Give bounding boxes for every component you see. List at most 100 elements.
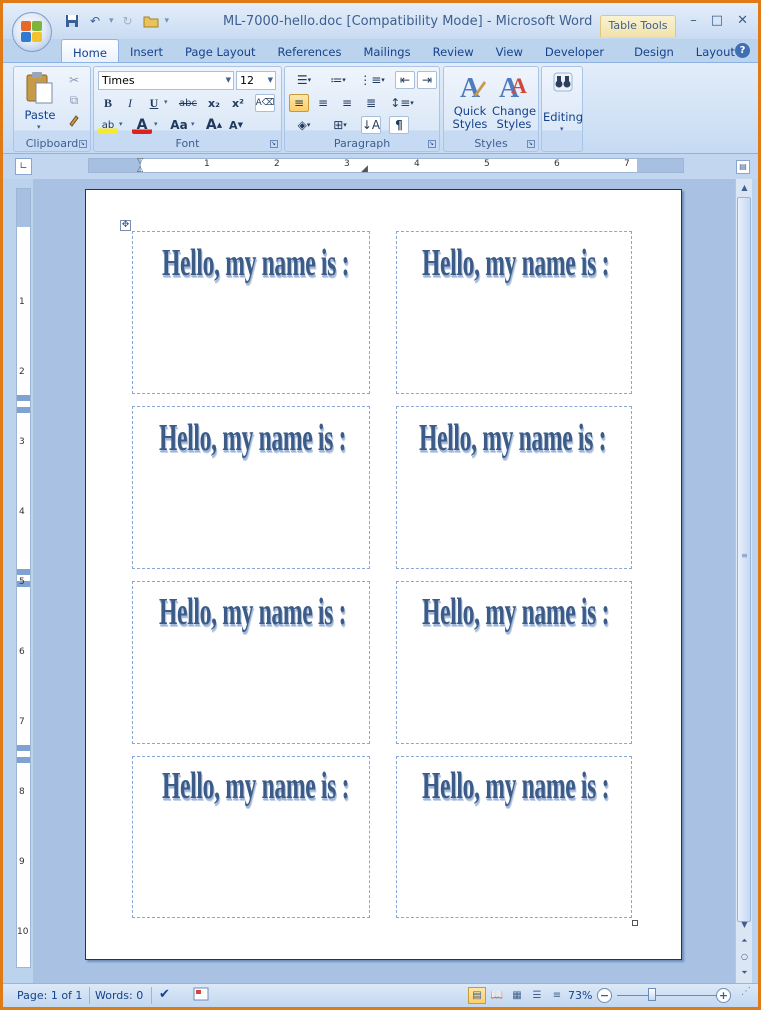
font-dialog-launcher[interactable]: ↘ xyxy=(270,140,278,148)
outline-view-button[interactable]: ☰ xyxy=(528,987,546,1004)
format-painter-icon[interactable] xyxy=(64,111,84,129)
cut-icon[interactable]: ✂ xyxy=(64,71,84,89)
print-layout-view-button[interactable]: ▤ xyxy=(468,987,486,1004)
zoom-in-button[interactable]: + xyxy=(716,988,731,1003)
row-marker[interactable] xyxy=(17,569,30,575)
scroll-thumb[interactable]: ≡ xyxy=(737,197,751,922)
bullets-button[interactable]: ☰ ▾ xyxy=(289,71,319,89)
editing-button[interactable]: Editing ▾ xyxy=(543,71,583,133)
redo-icon[interactable]: ↻ xyxy=(119,13,137,29)
superscript-button[interactable]: x² xyxy=(228,94,248,112)
copy-icon[interactable]: ⧉ xyxy=(64,91,84,109)
undo-icon[interactable]: ↶ xyxy=(86,13,104,29)
tab-mailings[interactable]: Mailings xyxy=(352,39,421,63)
horizontal-ruler[interactable]: 1 2 3 4 5 6 7 ▽ △ ◢ xyxy=(88,157,684,174)
select-browse-object-icon[interactable]: ○ xyxy=(737,949,752,964)
multilevel-list-button[interactable]: ⋮≡ ▾ xyxy=(357,71,387,89)
resize-grip-icon[interactable]: ⋰ xyxy=(741,986,751,997)
clipboard-dialog-launcher[interactable]: ↘ xyxy=(79,140,87,148)
zoom-level[interactable]: 73% xyxy=(568,989,592,1002)
tab-design[interactable]: Design xyxy=(623,39,685,63)
decrease-indent-button[interactable]: ⇤ xyxy=(395,71,415,89)
table-move-handle-icon[interactable]: ✥ xyxy=(120,220,131,231)
scroll-down-icon[interactable]: ▼ xyxy=(737,917,752,932)
numbering-button[interactable]: ≔ ▾ xyxy=(323,71,353,89)
page-count[interactable]: Page: 1 of 1 xyxy=(17,989,82,1002)
row-marker[interactable] xyxy=(17,407,30,413)
underline-dropdown-icon[interactable]: ▾ xyxy=(164,98,168,106)
previous-page-icon[interactable]: ⏶ xyxy=(737,933,752,948)
font-size-dropdown-icon[interactable]: ▼ xyxy=(268,72,273,89)
column-marker-icon[interactable]: ◢ xyxy=(361,164,368,174)
change-case-dropdown-icon[interactable]: ▾ xyxy=(191,120,195,128)
editing-dropdown-icon[interactable]: ▾ xyxy=(560,125,564,133)
clear-formatting-button[interactable]: A⌫ xyxy=(255,94,275,112)
vertical-scrollbar[interactable]: ▲ ≡ ▼ ⏶ ○ ⏷ xyxy=(735,179,752,984)
font-size-combo[interactable]: 12 ▼ xyxy=(236,71,276,90)
align-right-button[interactable]: ≡ xyxy=(337,94,357,112)
shading-button[interactable]: ◈ ▾ xyxy=(289,116,319,134)
paste-button[interactable]: Paste ▾ xyxy=(22,71,58,131)
open-folder-icon[interactable] xyxy=(142,13,160,29)
show-formatting-button[interactable]: ¶ xyxy=(389,116,409,134)
full-screen-reading-button[interactable]: 📖 xyxy=(488,987,506,1004)
quick-styles-button[interactable]: A Quick Styles xyxy=(448,71,492,133)
tab-developer[interactable]: Developer xyxy=(534,39,615,63)
word-count[interactable]: Words: 0 xyxy=(95,989,143,1002)
change-styles-button[interactable]: A A Change Styles xyxy=(492,71,536,133)
undo-dropdown-icon[interactable]: ▾ xyxy=(109,16,114,26)
close-button[interactable]: ✕ xyxy=(737,13,748,28)
grow-font-button[interactable]: A ▲ xyxy=(204,116,224,134)
save-icon[interactable] xyxy=(63,13,81,29)
borders-button[interactable]: ⊞ ▾ xyxy=(325,116,355,134)
italic-button[interactable]: I xyxy=(120,94,140,112)
tab-page-layout[interactable]: Page Layout xyxy=(174,39,267,63)
styles-dialog-launcher[interactable]: ↘ xyxy=(527,140,535,148)
tab-insert[interactable]: Insert xyxy=(119,39,174,63)
font-color-dropdown-icon[interactable]: ▾ xyxy=(154,120,158,128)
macro-recording-icon[interactable] xyxy=(193,987,209,1004)
maximize-button[interactable]: □ xyxy=(711,13,723,28)
row-marker[interactable] xyxy=(17,757,30,763)
justify-button[interactable]: ≣ xyxy=(361,94,381,112)
proofing-icon[interactable]: ✔ xyxy=(159,987,170,1002)
paragraph-dialog-launcher[interactable]: ↘ xyxy=(428,140,436,148)
row-marker[interactable] xyxy=(17,395,30,401)
next-page-icon[interactable]: ⏷ xyxy=(737,965,752,980)
label-table[interactable]: Hello, my name is : Hello, my name is : … xyxy=(132,231,632,918)
paste-dropdown-icon[interactable]: ▾ xyxy=(37,123,41,131)
vertical-ruler[interactable]: 1 2 3 4 5 6 7 8 9 10 xyxy=(16,188,31,968)
indent-marker-icon[interactable]: ▽ △ xyxy=(137,157,145,173)
view-ruler-icon[interactable]: ▤ xyxy=(736,160,750,174)
web-layout-button[interactable]: ▦ xyxy=(508,987,526,1004)
minimize-button[interactable]: – xyxy=(690,13,697,28)
font-name-combo[interactable]: Times ▼ xyxy=(98,71,234,90)
subscript-button[interactable]: x₂ xyxy=(204,94,224,112)
underline-button[interactable]: U xyxy=(144,94,164,112)
tab-view[interactable]: View xyxy=(485,39,534,63)
zoom-slider-thumb[interactable] xyxy=(648,988,656,1001)
table-resize-handle[interactable] xyxy=(632,920,638,926)
draft-view-button[interactable]: ≡ xyxy=(548,987,566,1004)
customize-qat-icon[interactable]: ▾ xyxy=(165,16,170,26)
align-left-button[interactable]: ≡ xyxy=(289,94,309,112)
font-color-button[interactable]: A xyxy=(132,116,152,134)
increase-indent-button[interactable]: ⇥ xyxy=(417,71,437,89)
zoom-slider-track[interactable] xyxy=(617,995,717,996)
align-center-button[interactable]: ≡ xyxy=(313,94,333,112)
highlight-dropdown-icon[interactable]: ▾ xyxy=(119,120,123,128)
bold-button[interactable]: B xyxy=(98,94,118,112)
line-spacing-button[interactable]: ↕≡ ▾ xyxy=(387,94,417,112)
office-button[interactable] xyxy=(12,12,52,52)
help-icon[interactable]: ? xyxy=(735,43,750,58)
sort-button[interactable]: ↓A xyxy=(361,116,381,134)
strikethrough-button[interactable]: abc xyxy=(176,94,200,112)
shrink-font-button[interactable]: A ▼ xyxy=(226,116,246,134)
scroll-up-icon[interactable]: ▲ xyxy=(737,180,752,195)
zoom-out-button[interactable]: − xyxy=(597,988,612,1003)
tab-selector-icon[interactable]: ∟ xyxy=(15,158,32,175)
highlight-button[interactable]: ab xyxy=(98,116,118,134)
row-marker[interactable] xyxy=(17,745,30,751)
font-name-dropdown-icon[interactable]: ▼ xyxy=(226,72,231,89)
tab-review[interactable]: Review xyxy=(422,39,485,63)
